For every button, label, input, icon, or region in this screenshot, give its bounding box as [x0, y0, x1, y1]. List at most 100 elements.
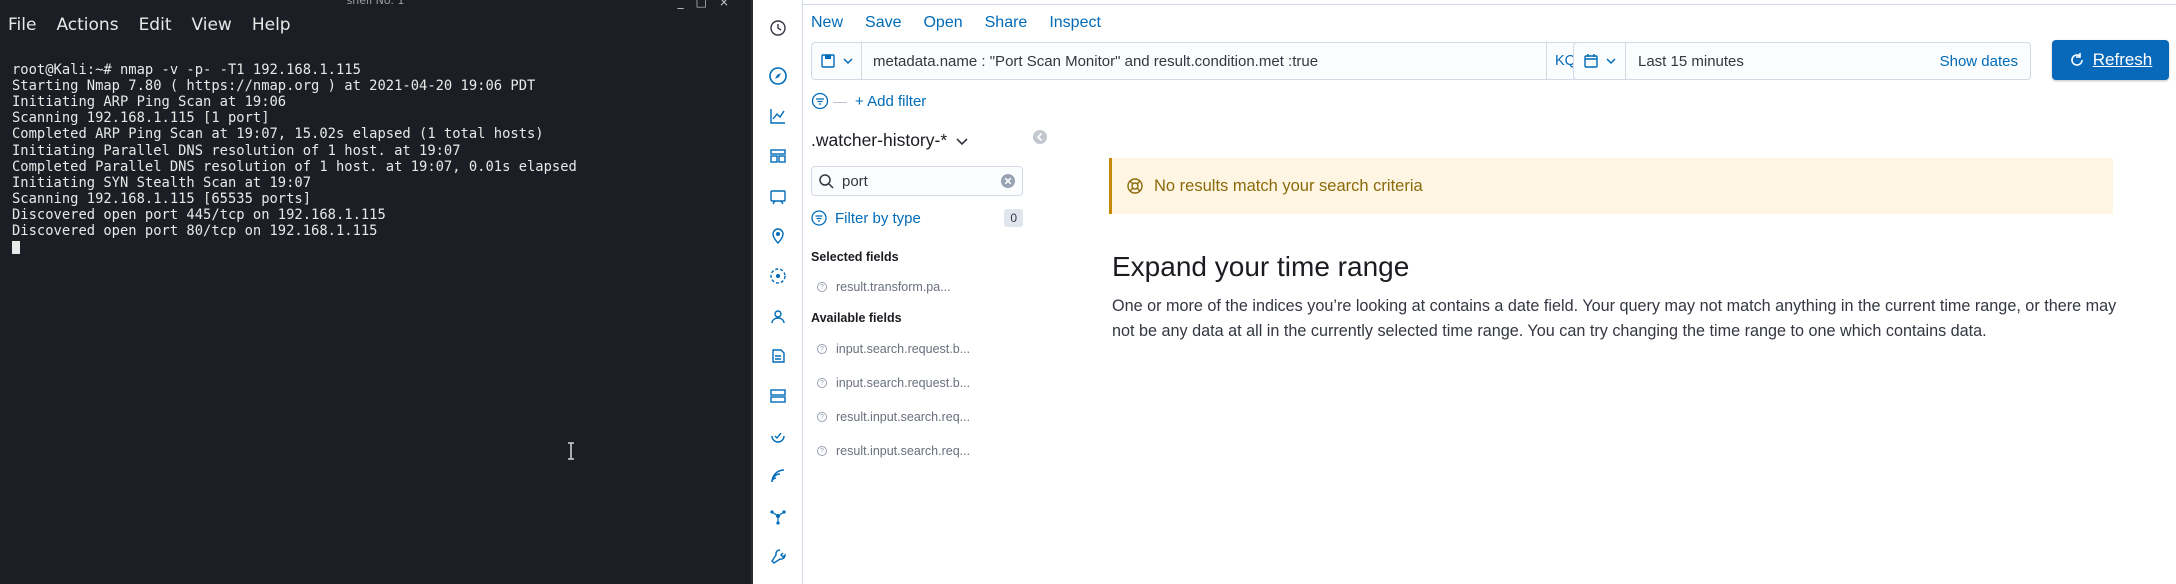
graph-icon[interactable]: [766, 504, 790, 528]
chevron-down-icon: [1605, 58, 1616, 65]
unknown-type-icon: ?: [817, 378, 827, 388]
unknown-type-icon: ?: [817, 344, 827, 354]
kibana-discover: New Save Open Share Inspect metadata.nam…: [751, 0, 2176, 584]
unknown-type-icon: ?: [817, 446, 827, 456]
close-button[interactable]: ×: [719, 0, 741, 9]
field-item[interactable]: ? input.search.request.b...: [817, 342, 970, 356]
terminal-line: Scanning 192.168.1.115 [65535 ports]: [12, 190, 312, 207]
apm-icon[interactable]: [766, 464, 790, 488]
help-icon: [1127, 178, 1143, 194]
terminal-line: root@Kali:~# nmap -v -p- -T1 192.168.1.1…: [12, 62, 361, 79]
terminal-line: Starting Nmap 7.80 ( https://nmap.org ) …: [12, 78, 536, 95]
index-pattern-selector[interactable]: .watcher-history-*: [811, 130, 969, 151]
field-name: result.transform.pa...: [836, 280, 951, 294]
expand-time-range-title: Expand your time range: [1112, 251, 1410, 282]
date-picker: Last 15 minutes Show dates: [1573, 42, 2031, 80]
callout-text: No results match your search criteria: [1154, 176, 1423, 195]
terminal-line: Initiating ARP Ping Scan at 19:06: [12, 94, 287, 111]
date-range-text[interactable]: Last 15 minutes: [1626, 53, 1940, 70]
field-item[interactable]: ? result.input.search.req...: [817, 444, 970, 458]
filter-options-icon[interactable]: [811, 92, 829, 110]
expand-time-range-body: One or more of the indices you’re lookin…: [1112, 297, 2117, 340]
save-link[interactable]: Save: [865, 14, 901, 32]
maps-icon[interactable]: [766, 224, 790, 248]
menu-help[interactable]: Help: [252, 15, 291, 35]
no-results-callout: No results match your search criteria: [1109, 158, 2113, 214]
top-nav: New Save Open Share Inspect: [811, 14, 1123, 32]
collapse-sidebar-icon[interactable]: [1032, 129, 1048, 145]
field-name: input.search.request.b...: [836, 376, 971, 390]
field-search-value: port: [842, 172, 868, 190]
menu-file[interactable]: File: [8, 15, 36, 35]
refresh-icon: [2070, 53, 2083, 66]
field-item[interactable]: ? result.transform.pa...: [817, 280, 951, 294]
show-dates-link[interactable]: Show dates: [1940, 53, 2030, 70]
filter-icon: [811, 210, 827, 226]
query-input[interactable]: metadata.name : "Port Scan Monitor" and …: [862, 53, 1546, 70]
filter-bar: — + Add filter: [811, 91, 926, 111]
menu-view[interactable]: View: [191, 15, 231, 35]
minimize-button[interactable]: _: [678, 0, 696, 9]
terminal-line: Initiating Parallel DNS resolution of 1 …: [12, 142, 461, 159]
terminal-line: Discovered open port 80/tcp on 192.168.1…: [12, 223, 378, 240]
inspect-link[interactable]: Inspect: [1049, 14, 1101, 32]
field-name: input.search.request.b...: [836, 342, 971, 356]
quick-select-button[interactable]: [1574, 43, 1626, 79]
header-divider: [803, 0, 2176, 5]
logs-icon[interactable]: [766, 344, 790, 368]
terminal-title: shell No. 1: [0, 0, 751, 6]
calendar-icon: [1583, 54, 1598, 68]
filter-by-type-label: Filter by type: [835, 209, 921, 227]
terminal-line: Scanning 192.168.1.115 [1 port]: [12, 110, 270, 127]
side-nav: [753, 0, 803, 584]
terminal-menubar: File Actions Edit View Help: [0, 10, 311, 40]
terminal-line: Discovered open port 445/tcp on 192.168.…: [12, 206, 386, 223]
saved-query-button[interactable]: [812, 43, 862, 79]
field-search-input[interactable]: port: [811, 166, 1023, 196]
security-icon[interactable]: [766, 304, 790, 328]
window-controls: _□×: [678, 0, 741, 9]
terminal-line: Initiating SYN Stealth Scan at 19:07: [12, 174, 312, 191]
clear-icon[interactable]: [1000, 173, 1016, 189]
terminal-window[interactable]: shell No. 1 _□× File Actions Edit View H…: [0, 0, 751, 584]
filter-divider: —: [833, 93, 847, 109]
canvas-icon[interactable]: [766, 184, 790, 208]
menu-actions[interactable]: Actions: [56, 15, 118, 35]
terminal-output[interactable]: root@Kali:~# nmap -v -p- -T1 192.168.1.1…: [12, 46, 743, 287]
unknown-type-icon: ?: [817, 412, 827, 422]
dev-tools-icon[interactable]: [766, 544, 790, 568]
field-item[interactable]: ? input.search.request.b...: [817, 376, 970, 390]
field-item[interactable]: ? result.input.search.req...: [817, 410, 970, 424]
terminal-line: Completed ARP Ping Scan at 19:07, 15.02s…: [12, 126, 544, 143]
refresh-label: Refresh: [2092, 50, 2153, 69]
terminal-cursor: [12, 240, 20, 254]
unknown-type-icon: ?: [817, 282, 827, 292]
search-icon: [819, 174, 834, 189]
chevron-down-icon: [842, 58, 853, 65]
visualize-icon[interactable]: [766, 104, 790, 128]
new-link[interactable]: New: [811, 14, 843, 32]
open-link[interactable]: Open: [923, 14, 962, 32]
share-link[interactable]: Share: [985, 14, 1028, 32]
field-name: result.input.search.req...: [836, 410, 971, 424]
clock-icon[interactable]: [766, 16, 790, 40]
dashboard-icon[interactable]: [766, 144, 790, 168]
selected-fields-title: Selected fields: [811, 250, 899, 264]
save-disk-icon: [820, 54, 835, 68]
menu-edit[interactable]: Edit: [139, 15, 172, 35]
filter-by-type-button[interactable]: Filter by type 0: [811, 208, 1023, 228]
available-fields-title: Available fields: [811, 311, 902, 325]
index-pattern-name: .watcher-history-*: [811, 130, 948, 150]
add-filter-button[interactable]: + Add filter: [855, 93, 926, 110]
text-cursor-icon: [568, 442, 574, 460]
discover-compass-icon[interactable]: [766, 64, 790, 88]
query-bar: metadata.name : "Port Scan Monitor" and …: [811, 42, 1593, 80]
machine-learning-icon[interactable]: [766, 264, 790, 288]
terminal-line: Completed Parallel DNS resolution of 1 h…: [12, 158, 577, 175]
infrastructure-icon[interactable]: [766, 384, 790, 408]
maximize-button[interactable]: □: [696, 0, 719, 9]
filter-count-badge: 0: [1004, 209, 1023, 227]
refresh-button[interactable]: Refresh: [2052, 40, 2169, 80]
chevron-down-icon: [956, 137, 968, 145]
uptime-icon[interactable]: [766, 424, 790, 448]
